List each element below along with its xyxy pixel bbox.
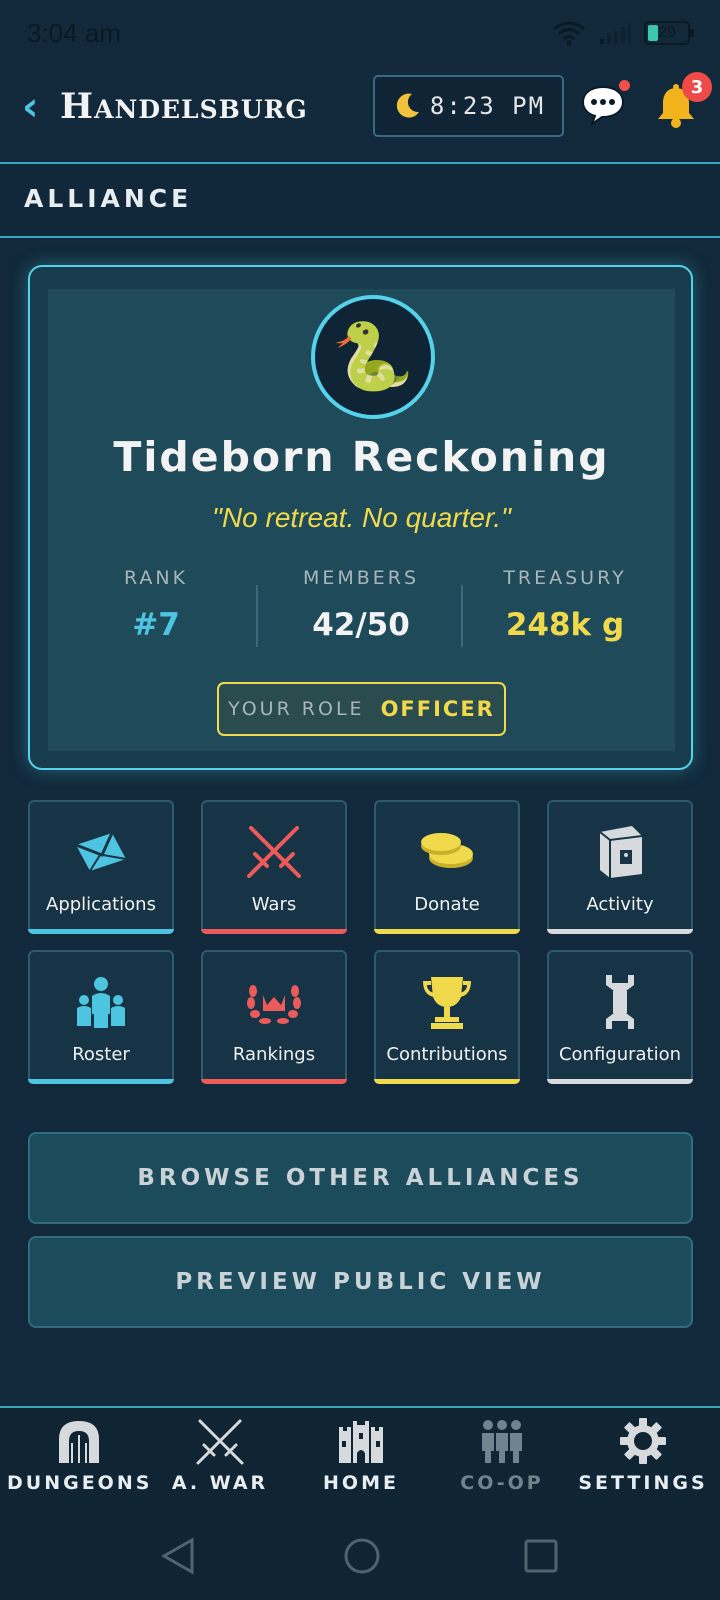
tile-label: Wars xyxy=(251,894,297,915)
city-title: Handelsburg xyxy=(60,86,308,127)
stat-label: TREASURY xyxy=(503,567,627,589)
alliance-card: 🐍 Tideborn Reckoning "No retreat. No qua… xyxy=(28,265,693,770)
stat-rank: RANK #7 xyxy=(56,567,256,643)
tile-accent-bar xyxy=(374,1079,520,1084)
stat-value: #7 xyxy=(132,607,180,643)
unread-dot xyxy=(619,80,630,91)
castle-icon xyxy=(339,1421,383,1463)
tile-donate[interactable]: Donate xyxy=(374,800,520,934)
crossed-swords-icon xyxy=(247,826,301,878)
tile-accent-bar xyxy=(201,1079,347,1084)
wifi-icon xyxy=(553,21,585,46)
gear-icon xyxy=(620,1418,666,1464)
gate-icon xyxy=(59,1421,99,1463)
clock-time: 8:23 PM xyxy=(429,92,546,120)
nav-label: SETTINGS xyxy=(578,1472,708,1494)
nav-label: CO-OP xyxy=(460,1472,544,1494)
tile-activity[interactable]: Activity xyxy=(547,800,693,934)
moon-icon xyxy=(396,93,419,118)
stat-label: MEMBERS xyxy=(302,567,420,589)
tile-accent-bar xyxy=(28,1079,174,1084)
alliance-emblem: 🐍 xyxy=(311,295,435,419)
tile-label: Activity xyxy=(586,894,654,915)
group-icon xyxy=(77,977,125,1028)
nav-coop[interactable]: CO-OP xyxy=(430,1408,574,1508)
nav-alliance-war[interactable]: A. WAR xyxy=(148,1408,292,1508)
tile-accent-bar xyxy=(201,929,347,934)
crossed-swords-icon xyxy=(196,1419,244,1465)
stat-treasury: TREASURY 248k g xyxy=(465,567,665,643)
section-title: ALLIANCE xyxy=(24,184,193,213)
laurel-crown-icon xyxy=(247,985,301,1024)
stat-members: MEMBERS 42/50 xyxy=(261,567,461,643)
tile-configuration[interactable]: Configuration xyxy=(547,950,693,1084)
role-badge: YOUR ROLE OFFICER xyxy=(217,682,506,736)
notification-badge: 3 xyxy=(682,72,712,102)
bottom-nav: DUNGEONS A. WAR HOME CO-OP SETTINGS xyxy=(0,1406,720,1516)
tile-rankings[interactable]: Rankings xyxy=(201,950,347,1084)
coins-icon xyxy=(421,833,473,868)
wrench-icon xyxy=(606,975,634,1029)
trophy-icon xyxy=(423,977,471,1029)
alliance-card-inner: 🐍 Tideborn Reckoning "No retreat. No qua… xyxy=(48,289,675,751)
stat-value: 248k g xyxy=(505,607,625,643)
tile-contributions[interactable]: Contributions xyxy=(374,950,520,1084)
tile-applications[interactable]: Applications xyxy=(28,800,174,934)
browse-alliances-button[interactable]: BROWSE OTHER ALLIANCES xyxy=(28,1132,693,1224)
tile-wars[interactable]: Wars xyxy=(201,800,347,934)
battery-level: 29 xyxy=(658,24,676,41)
nav-home[interactable]: HOME xyxy=(289,1408,433,1508)
tile-label: Contributions xyxy=(386,1044,508,1065)
battery-icon: 29 xyxy=(644,21,694,45)
tile-label: Configuration xyxy=(558,1044,682,1065)
tile-roster[interactable]: Roster xyxy=(28,950,174,1084)
preview-public-view-button[interactable]: PREVIEW PUBLIC VIEW xyxy=(28,1236,693,1328)
alliance-name: Tideborn Reckoning xyxy=(113,433,610,481)
notifications-button[interactable]: 3 xyxy=(652,72,712,134)
tile-label: Donate xyxy=(414,894,480,915)
stat-value: 42/50 xyxy=(312,607,410,643)
nav-dungeons[interactable]: DUNGEONS xyxy=(7,1408,151,1508)
tile-accent-bar xyxy=(547,929,693,934)
status-time: 3:04 am xyxy=(27,18,121,48)
tile-label: Applications xyxy=(46,894,156,915)
section-header: ALLIANCE xyxy=(0,166,720,238)
stat-divider xyxy=(256,585,258,647)
people-icon xyxy=(482,1420,522,1463)
home-circle-icon[interactable] xyxy=(342,1536,382,1576)
tile-label: Rankings xyxy=(232,1044,316,1065)
chevron-left-icon[interactable]: ‹ xyxy=(22,84,38,130)
signal-icon xyxy=(600,23,631,44)
system-nav-bar xyxy=(0,1516,720,1600)
status-icons: 29 xyxy=(552,20,694,46)
nav-label: DUNGEONS xyxy=(7,1472,153,1494)
tile-accent-bar xyxy=(547,1079,693,1084)
nav-settings[interactable]: SETTINGS xyxy=(571,1408,715,1508)
top-header: ‹ Handelsburg 8:23 PM 3 xyxy=(0,64,720,164)
nav-label: HOME xyxy=(323,1472,399,1494)
stat-divider xyxy=(461,585,463,647)
recents-square-icon[interactable] xyxy=(522,1536,560,1576)
tile-label: Roster xyxy=(72,1044,130,1065)
back-triangle-icon[interactable] xyxy=(160,1536,196,1576)
game-clock[interactable]: 8:23 PM xyxy=(373,75,564,137)
tile-accent-bar xyxy=(374,929,520,934)
speech-bubble-icon xyxy=(581,85,625,127)
book-icon xyxy=(599,826,643,878)
chat-button[interactable] xyxy=(580,80,630,130)
status-bar: 3:04 am 29 xyxy=(0,0,720,64)
nav-label: A. WAR xyxy=(171,1472,269,1494)
tile-accent-bar xyxy=(28,929,174,934)
stat-label: RANK xyxy=(123,567,189,589)
envelope-icon xyxy=(75,832,127,872)
role-value: OFFICER xyxy=(380,697,495,721)
role-label: YOUR ROLE xyxy=(228,698,365,720)
snake-icon: 🐍 xyxy=(331,318,415,395)
alliance-motto: "No retreat. No quarter." xyxy=(212,502,511,533)
